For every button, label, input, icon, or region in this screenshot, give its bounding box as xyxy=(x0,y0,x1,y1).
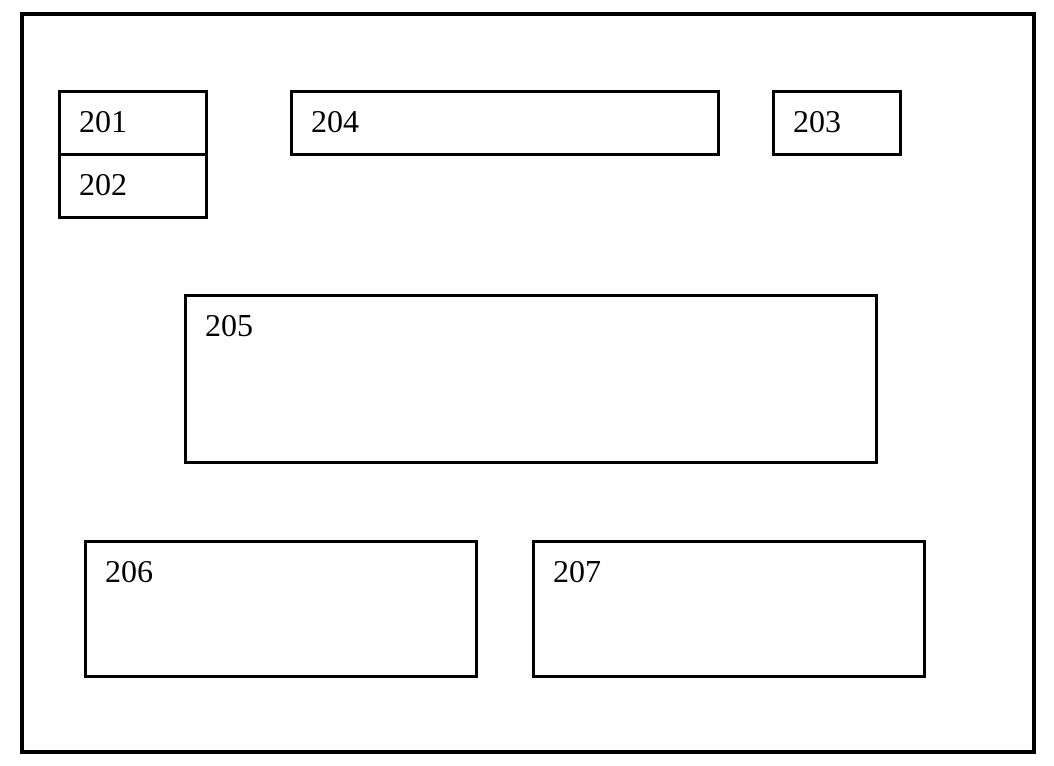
block-label: 206 xyxy=(105,553,153,589)
block-201: 201 xyxy=(58,90,208,156)
block-206: 206 xyxy=(84,540,478,678)
block-202: 202 xyxy=(58,153,208,219)
block-label: 203 xyxy=(793,103,841,139)
block-label: 205 xyxy=(205,307,253,343)
block-203: 203 xyxy=(772,90,902,156)
block-207: 207 xyxy=(532,540,926,678)
block-205: 205 xyxy=(184,294,878,464)
block-label: 207 xyxy=(553,553,601,589)
block-label: 201 xyxy=(79,103,127,139)
block-204: 204 xyxy=(290,90,720,156)
block-label: 204 xyxy=(311,103,359,139)
diagram-frame: 201 202 204 203 205 206 207 xyxy=(20,12,1036,754)
block-label: 202 xyxy=(79,166,127,202)
